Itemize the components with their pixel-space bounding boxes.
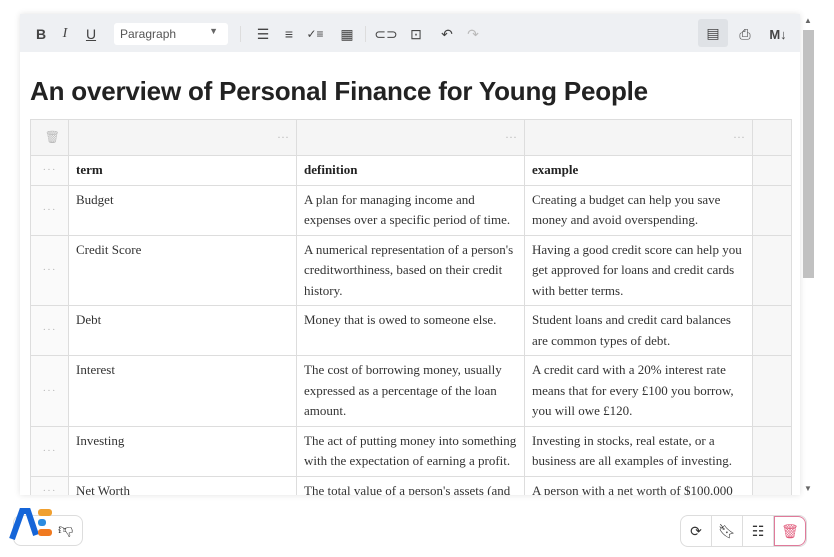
cell[interactable]: Interest	[68, 355, 297, 427]
undo-icon[interactable]: ↶	[436, 23, 458, 45]
extra-cell	[752, 305, 792, 356]
header-cell[interactable]: example	[524, 155, 753, 186]
extra-cell	[752, 184, 792, 236]
extra-cell	[752, 355, 792, 427]
cell[interactable]: A numerical representation of a person's…	[296, 234, 525, 306]
extra-cell	[752, 475, 792, 495]
paragraph-value: Paragraph	[120, 27, 177, 41]
italic-button[interactable]: I	[54, 23, 76, 45]
cell[interactable]: A credit card with a 20% interest rate m…	[524, 355, 753, 427]
cell[interactable]: Investing in stocks, real estate, or a b…	[524, 425, 753, 477]
row-handle[interactable]: ···	[30, 184, 69, 236]
row-handle[interactable]: ···	[30, 425, 69, 477]
delete-icon[interactable]: 🗑	[774, 516, 806, 546]
numbered-list-icon[interactable]: ≡	[278, 23, 300, 45]
column-menu[interactable]: ···	[68, 119, 297, 156]
cell[interactable]: Credit Score	[68, 234, 297, 306]
table-row: ··· Net Worth The total value of a person'…	[30, 475, 792, 495]
cell[interactable]: The total value of a person's assets (an…	[296, 475, 525, 495]
cell[interactable]: Having a good credit score can help you …	[524, 234, 753, 306]
table-control-row: 🗑 ··· ··· ···	[30, 119, 792, 156]
row-handle[interactable]: ···	[30, 155, 69, 186]
markdown-button[interactable]: M↓	[764, 23, 792, 45]
row-handle[interactable]: ···	[30, 234, 69, 306]
preview-icon[interactable]: ▤	[698, 19, 728, 47]
cell[interactable]: The cost of borrowing money, usually exp…	[296, 355, 525, 427]
export-document-icon[interactable]: ⎙	[734, 23, 756, 45]
header-cell[interactable]: term	[68, 155, 297, 186]
underline-button[interactable]: U	[80, 23, 102, 45]
cell[interactable]: Net Worth	[68, 475, 297, 495]
row-handle[interactable]: ···	[30, 305, 69, 356]
redo-icon[interactable]: ↷	[462, 23, 484, 45]
row-handle[interactable]: ···	[30, 355, 69, 427]
cell[interactable]: Money that is owed to someone else.	[296, 305, 525, 356]
thumbs-down-icon[interactable]: 👎︎	[58, 521, 73, 539]
cell[interactable]: Creating a budget can help you save mone…	[524, 184, 753, 236]
page-title: An overview of Personal Finance for Youn…	[30, 76, 648, 106]
table-icon[interactable]: ▦	[336, 23, 358, 45]
checklist-icon[interactable]: ✓≡	[304, 23, 326, 45]
app-logo	[9, 508, 52, 541]
table-header-row: ··· term definition example	[30, 155, 792, 186]
scroll-up-icon[interactable]: ▲	[804, 16, 812, 25]
data-table: 🗑 ··· ··· ··· ··· term definition exampl…	[30, 119, 792, 495]
header-cell[interactable]: definition	[296, 155, 525, 186]
action-buttons: ⟳ 🔖︎ ☷ 🗑	[680, 515, 807, 547]
bookmark-icon[interactable]: 🔖︎	[712, 516, 743, 546]
extra-cell	[752, 234, 792, 306]
table-row: ··· Credit Score A numerical representatio…	[30, 234, 792, 306]
divider	[365, 26, 366, 42]
refresh-icon[interactable]: ⟳	[681, 516, 712, 546]
scrollbar-thumb[interactable]	[803, 30, 814, 278]
scrollbar[interactable]: ▲ ▼	[802, 14, 815, 495]
cell[interactable]: A person with a net worth of $100,000	[524, 475, 753, 495]
table-row: ··· Debt Money that is owed to someone els…	[30, 305, 792, 356]
add-note-icon[interactable]: ☷	[743, 516, 774, 546]
row-handle[interactable]: ···	[30, 475, 69, 495]
image-icon[interactable]: ⊡	[405, 23, 427, 45]
cell[interactable]: Investing	[68, 425, 297, 477]
bold-button[interactable]: B	[30, 23, 52, 45]
add-column[interactable]	[752, 119, 792, 156]
divider	[240, 26, 241, 42]
table-row: ··· Budget A plan for managing income and …	[30, 184, 792, 236]
extra-cell	[752, 155, 792, 186]
cell[interactable]: A plan for managing income and expenses …	[296, 184, 525, 236]
table-row: ··· Investing The act of putting money int…	[30, 425, 792, 477]
cell[interactable]: Student loans and credit card balances a…	[524, 305, 753, 356]
chevron-down-icon: ▼	[209, 26, 218, 36]
extra-cell	[752, 425, 792, 477]
cell[interactable]: Budget	[68, 184, 297, 236]
table-row: ··· Interest The cost of borrowing money, …	[30, 355, 792, 427]
editor: B I U Paragraph ▼ ☰ ≡ ✓≡ ▦ ⊂⊃ ⊡ ↶ ↷ ▤ ⎙ M…	[20, 14, 800, 495]
cell[interactable]: The act of putting money into something …	[296, 425, 525, 477]
scroll-down-icon[interactable]: ▼	[804, 484, 812, 493]
document-content[interactable]: An overview of Personal Finance for Youn…	[20, 52, 800, 495]
bullet-list-icon[interactable]: ☰	[252, 23, 274, 45]
column-menu[interactable]: ···	[296, 119, 525, 156]
column-menu[interactable]: ···	[524, 119, 753, 156]
toolbar: B I U Paragraph ▼ ☰ ≡ ✓≡ ▦ ⊂⊃ ⊡ ↶ ↷ ▤ ⎙ M…	[20, 14, 800, 52]
trash-icon[interactable]: 🗑	[30, 119, 69, 156]
cell[interactable]: Debt	[68, 305, 297, 356]
link-icon[interactable]: ⊂⊃	[374, 23, 397, 45]
paragraph-select[interactable]: Paragraph ▼	[114, 23, 228, 45]
